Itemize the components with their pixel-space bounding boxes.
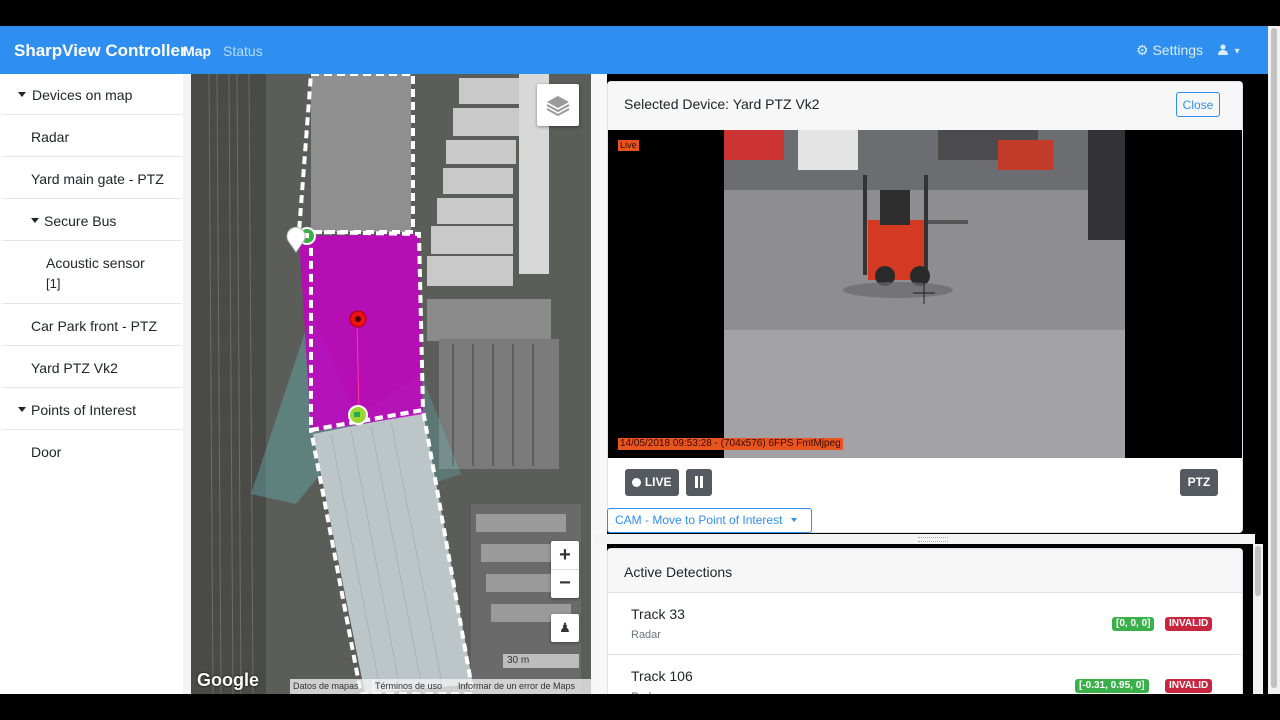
settings-link[interactable]: ⚙ Settings	[1136, 42, 1203, 59]
tree-node-points-of-interest[interactable]: Points of Interest	[2, 389, 182, 430]
sidebar-resize-handle[interactable]	[183, 74, 191, 694]
tree-item-yard-ptz-vk2[interactable]: Yard PTZ Vk2	[2, 347, 182, 388]
pause-button[interactable]	[686, 469, 712, 496]
live-button-label: LIVE	[644, 475, 672, 489]
track-name: Track 106	[631, 668, 693, 684]
track-coords-badge: [0, 0, 0]	[1112, 617, 1155, 631]
tree-label: Points of Interest	[31, 402, 137, 418]
user-menu[interactable]: ▾	[1218, 42, 1240, 57]
track-source: Radar	[631, 629, 661, 641]
video-frame	[608, 130, 1242, 458]
detections-scrollbar-thumb[interactable]	[1255, 546, 1261, 596]
tree-item-radar[interactable]: Radar	[2, 116, 182, 157]
track-status-badge: INVALID	[1165, 617, 1213, 631]
cam-action-label: CAM - Move to Point of Interest	[615, 513, 783, 527]
tree-label: Devices on map	[32, 87, 133, 103]
map-report-error-link[interactable]: Informar de un error de Maps	[455, 679, 591, 694]
layers-icon	[546, 96, 570, 117]
cam-action-dropdown[interactable]: CAM - Move to Point of Interest	[607, 508, 812, 533]
active-detections-panel: Active Detections Track 33 Radar [0, 0, …	[607, 548, 1243, 708]
record-dot-icon	[632, 478, 642, 487]
scale-label: 30 m	[507, 655, 530, 666]
tree-item-car-park-front-ptz[interactable]: Car Park front - PTZ	[2, 305, 182, 346]
gear-icon: ⚙	[1136, 42, 1149, 58]
tree-item-acoustic-sensor[interactable]: Acoustic sensor [1]	[2, 242, 182, 304]
map-view[interactable]: + − ♟ 30 m Google	[191, 74, 591, 694]
tree-label: Yard main gate - PTZ	[31, 171, 164, 187]
tree-item-yard-main-gate-ptz[interactable]: Yard main gate - PTZ	[2, 158, 182, 199]
chevron-down-icon: ▾	[1234, 46, 1240, 57]
splitter-grip-icon[interactable]	[918, 537, 948, 542]
video-timestamp: 14/05/2018 09:53:28 - (704x576) 6FPS Fmt…	[618, 438, 843, 450]
nav-link-map[interactable]: Map	[183, 43, 211, 59]
map-scale: 30 m	[503, 654, 579, 668]
caret-down-icon	[18, 407, 26, 412]
tree-item-door[interactable]: Door	[2, 431, 182, 472]
device-tree: Devices on map Radar Yard main gate - PT…	[0, 74, 184, 694]
satellite-imagery	[191, 74, 591, 694]
chevron-down-icon	[790, 518, 797, 522]
tree-label: Yard PTZ Vk2	[31, 360, 118, 376]
user-icon	[1218, 44, 1228, 55]
settings-label: Settings	[1152, 42, 1204, 58]
tree-label: Door	[31, 444, 62, 460]
tree-label-count: [1]	[46, 276, 61, 291]
map-resize-handle[interactable]	[591, 74, 607, 694]
map-layers-button[interactable]	[537, 84, 579, 126]
tree-node-secure-bus[interactable]: Secure Bus	[2, 200, 182, 241]
zoom-control: + −	[551, 541, 579, 598]
detections-scrollbar[interactable]	[1253, 544, 1263, 694]
zoom-out-button[interactable]: −	[551, 570, 579, 598]
track-status-badge: INVALID	[1165, 679, 1213, 693]
map-terms-link[interactable]: Términos de uso	[372, 679, 455, 694]
tree-label: Acoustic sensor	[46, 255, 145, 271]
close-button[interactable]: Close	[1176, 92, 1220, 117]
page-scrollbar[interactable]	[1268, 26, 1280, 694]
window-bottom-border	[0, 694, 1280, 720]
tree-label: Secure Bus	[44, 213, 117, 229]
track-coords-badge: [-0.31, 0.95, 0]	[1075, 679, 1149, 693]
tree-node-devices-on-map[interactable]: Devices on map	[2, 74, 182, 115]
detections-title: Active Detections	[624, 564, 733, 580]
pause-icon	[695, 476, 703, 488]
caret-down-icon	[31, 218, 39, 223]
window-top-border	[0, 0, 1280, 26]
live-button[interactable]: LIVE	[625, 469, 679, 496]
zoom-in-button[interactable]: +	[551, 541, 579, 570]
detection-row[interactable]: Track 33 Radar [0, 0, 0] INVALID	[608, 592, 1242, 655]
tree-label: Car Park front - PTZ	[31, 318, 158, 334]
street-view-icon: ♟	[559, 620, 571, 635]
map-data-link[interactable]: Datos de mapas	[290, 679, 375, 694]
pegman-button[interactable]: ♟	[551, 614, 579, 642]
navbar: SharpView Controller Map Status ⚙ Settin…	[0, 26, 1268, 74]
tree-label: Radar	[31, 129, 70, 145]
track-name: Track 33	[631, 606, 685, 622]
page-scrollbar-thumb[interactable]	[1271, 28, 1277, 688]
panel-header: Selected Device: Yard PTZ Vk2 Close	[608, 82, 1242, 131]
ptz-button[interactable]: PTZ	[1180, 469, 1218, 496]
brand-title[interactable]: SharpView Controller	[14, 41, 187, 61]
caret-down-icon	[18, 92, 26, 97]
nav-link-status[interactable]: Status	[223, 43, 263, 59]
google-logo: Google	[197, 670, 259, 690]
selected-device-title: Selected Device: Yard PTZ Vk2	[624, 96, 820, 112]
camera-video-feed[interactable]: Live 14/05/2018 09:53:28 - (704x576) 6FP…	[608, 130, 1242, 458]
detections-header: Active Detections	[608, 549, 1242, 593]
live-indicator: Live	[618, 140, 639, 151]
